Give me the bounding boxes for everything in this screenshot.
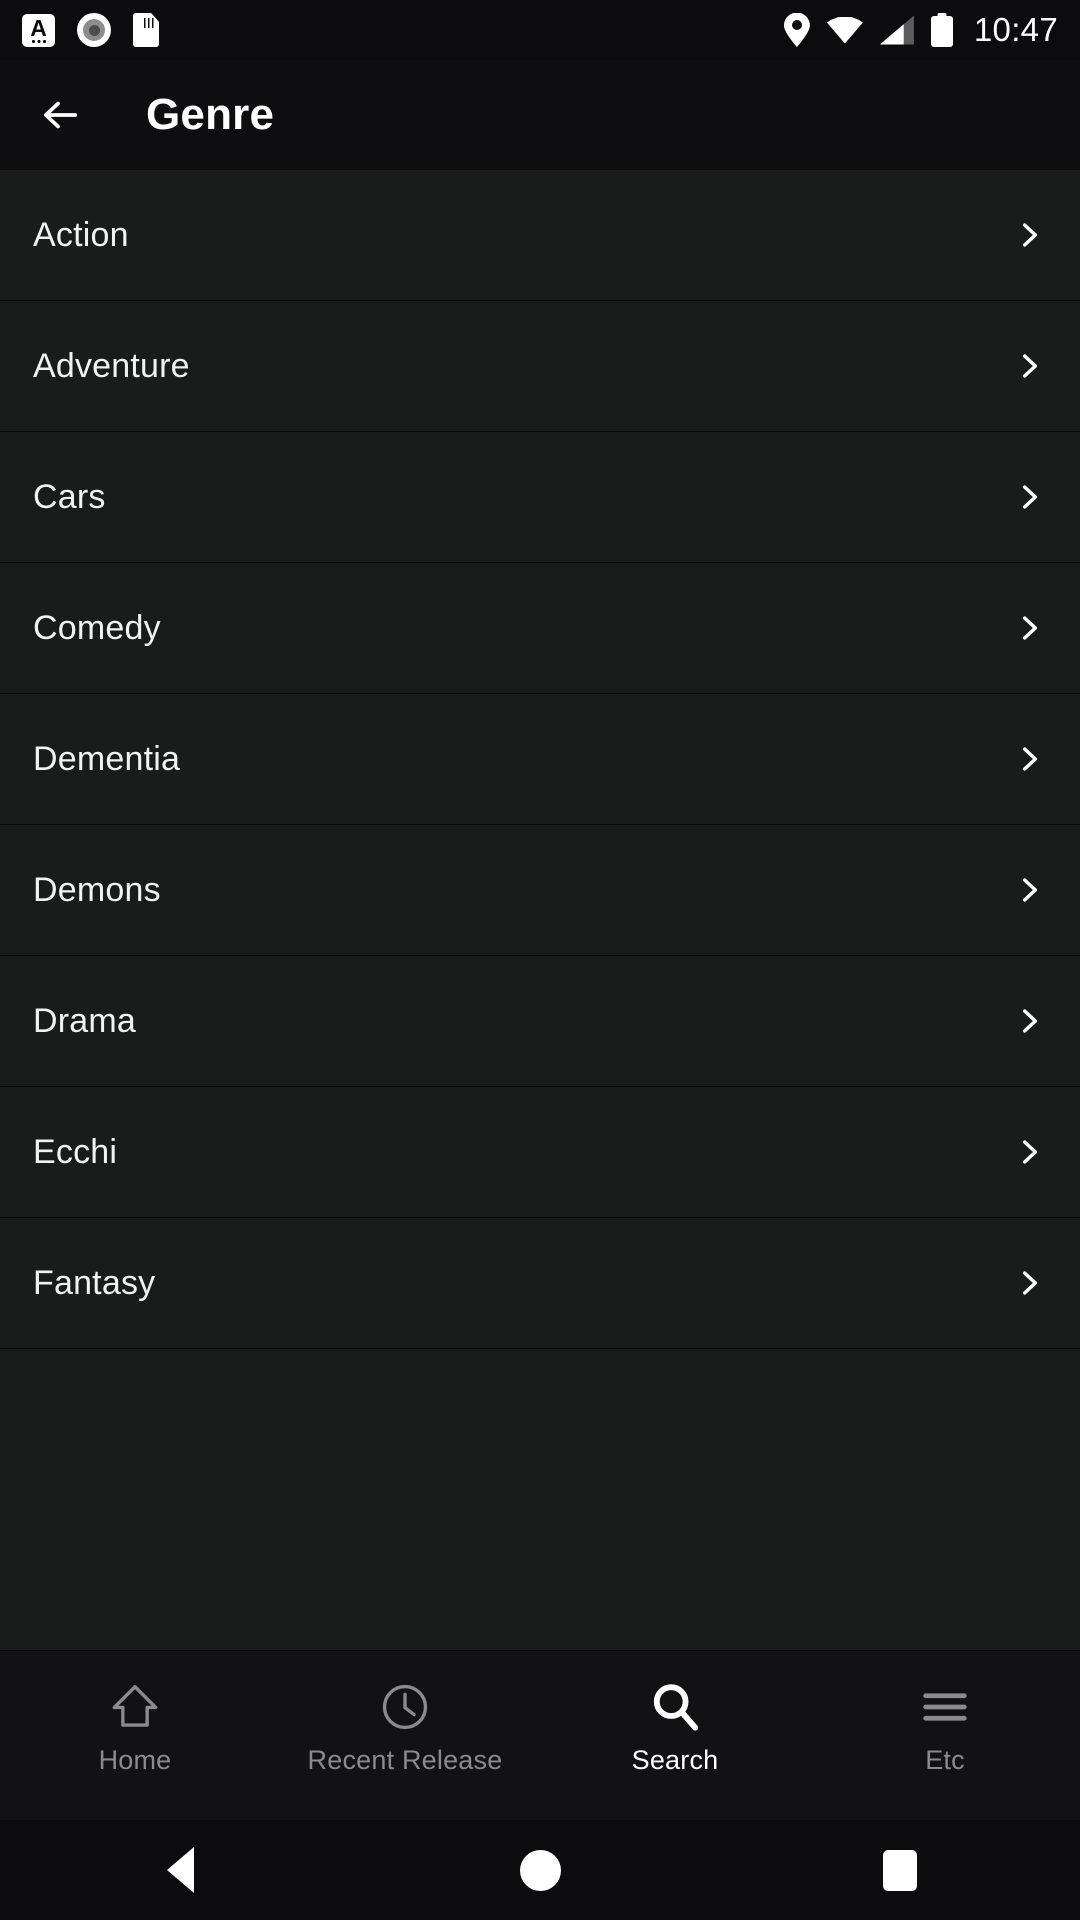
input-method-dots	[31, 39, 46, 43]
search-icon	[648, 1679, 702, 1735]
phone-screen: A 10:47 Genre Action Adventure Cars Come…	[0, 0, 1080, 1920]
arrow-left-icon	[43, 101, 78, 129]
table-row[interactable]: Ecchi	[0, 1087, 1080, 1218]
chevron-right-icon	[1023, 1271, 1038, 1295]
chevron-right-icon	[1023, 1140, 1038, 1164]
chevron-right-icon[interactable]	[1012, 349, 1046, 383]
bottom-nav-item-label: Recent Release	[307, 1745, 503, 1775]
app-header: Genre	[0, 60, 1080, 170]
wifi-fan	[826, 16, 863, 44]
status-bar-right-icons: 10:47	[784, 11, 1058, 49]
bottom-nav-item-home[interactable]: Home	[0, 1651, 270, 1821]
chevron-right-icon	[1023, 616, 1038, 640]
home-icon	[108, 1679, 162, 1735]
wifi-icon	[826, 16, 863, 44]
battery-body	[930, 16, 953, 47]
table-row[interactable]: Cars	[0, 432, 1080, 563]
recents-square-icon	[883, 1849, 917, 1891]
genre-row-label: Action	[33, 215, 129, 254]
cell-signal-icon	[879, 15, 914, 45]
genre-row-label: Ecchi	[33, 1132, 118, 1171]
back-triangle-icon	[166, 1847, 194, 1893]
table-row[interactable]: Demons	[0, 825, 1080, 956]
location-icon	[784, 13, 810, 47]
chevron-right-icon[interactable]	[1012, 1135, 1046, 1169]
screen-record-icon	[77, 13, 111, 47]
bottom-nav-item-label: Search	[631, 1745, 719, 1775]
chevron-right-icon[interactable]	[1012, 742, 1046, 776]
input-method-letter: A	[30, 14, 47, 41]
bottom-nav-item-recent-release[interactable]: Recent Release	[270, 1651, 540, 1821]
bottom-nav-item-label: Home	[98, 1745, 172, 1775]
chevron-right-icon	[1023, 747, 1038, 771]
genre-list[interactable]: Action Adventure Cars Comedy Dementia Demons D…	[0, 170, 1080, 1650]
genre-row-label: Adventure	[33, 346, 190, 385]
screen-record-ring	[83, 19, 105, 41]
chevron-right-icon[interactable]	[1012, 611, 1046, 645]
chevron-right-icon	[1023, 485, 1038, 509]
bottom-nav-item-etc[interactable]: Etc	[810, 1651, 1080, 1821]
chevron-right-icon[interactable]	[1012, 218, 1046, 252]
location-pin-shape	[784, 13, 810, 47]
table-row[interactable]: Fantasy	[0, 1218, 1080, 1349]
status-bar-left-icons: A	[22, 13, 159, 47]
input-method-icon: A	[22, 13, 55, 47]
location-pin-hole	[791, 20, 802, 30]
battery-icon	[930, 13, 953, 47]
status-bar: A 10:47	[0, 0, 1080, 60]
table-row[interactable]: Adventure	[0, 301, 1080, 432]
chevron-right-icon	[1023, 354, 1038, 378]
genre-row-label: Comedy	[33, 608, 161, 647]
chevron-right-icon	[1023, 1009, 1038, 1033]
table-row[interactable]: Dementia	[0, 694, 1080, 825]
chevron-right-icon[interactable]	[1012, 873, 1046, 907]
genre-row-label: Cars	[33, 477, 106, 516]
chevron-right-icon[interactable]	[1012, 1266, 1046, 1300]
bottom-nav-item-label: Etc	[925, 1745, 965, 1775]
genre-row-label: Demons	[33, 870, 161, 909]
sd-card-pins	[144, 18, 156, 28]
back-button[interactable]	[12, 60, 108, 170]
page-title: Genre	[146, 90, 275, 139]
system-back-button[interactable]	[0, 1820, 360, 1920]
chevron-right-icon[interactable]	[1012, 1004, 1046, 1038]
hamburger-menu-icon	[918, 1679, 972, 1735]
table-row[interactable]: Comedy	[0, 563, 1080, 694]
bottom-nav-item-search[interactable]: Search	[540, 1651, 810, 1821]
table-row[interactable]: Drama	[0, 956, 1080, 1087]
chevron-right-icon	[1023, 223, 1038, 247]
status-bar-clock: 10:47	[973, 11, 1058, 48]
genre-row-label: Fantasy	[33, 1263, 156, 1302]
screen-record-core	[88, 24, 100, 36]
android-system-nav-bar[interactable]	[0, 1820, 1080, 1920]
genre-row-label: Dementia	[33, 739, 181, 778]
clock-icon	[378, 1679, 432, 1735]
table-row[interactable]: Action	[0, 170, 1080, 301]
sd-card-icon	[133, 13, 159, 47]
system-home-button[interactable]	[360, 1820, 720, 1920]
chevron-right-icon[interactable]	[1012, 480, 1046, 514]
chevron-right-icon	[1023, 878, 1038, 902]
genre-row-label: Drama	[33, 1001, 137, 1040]
home-circle-icon	[519, 1849, 561, 1891]
system-recents-button[interactable]	[720, 1820, 1080, 1920]
bottom-navigation-bar[interactable]: Home Recent Release Search Etc	[0, 1650, 1080, 1820]
